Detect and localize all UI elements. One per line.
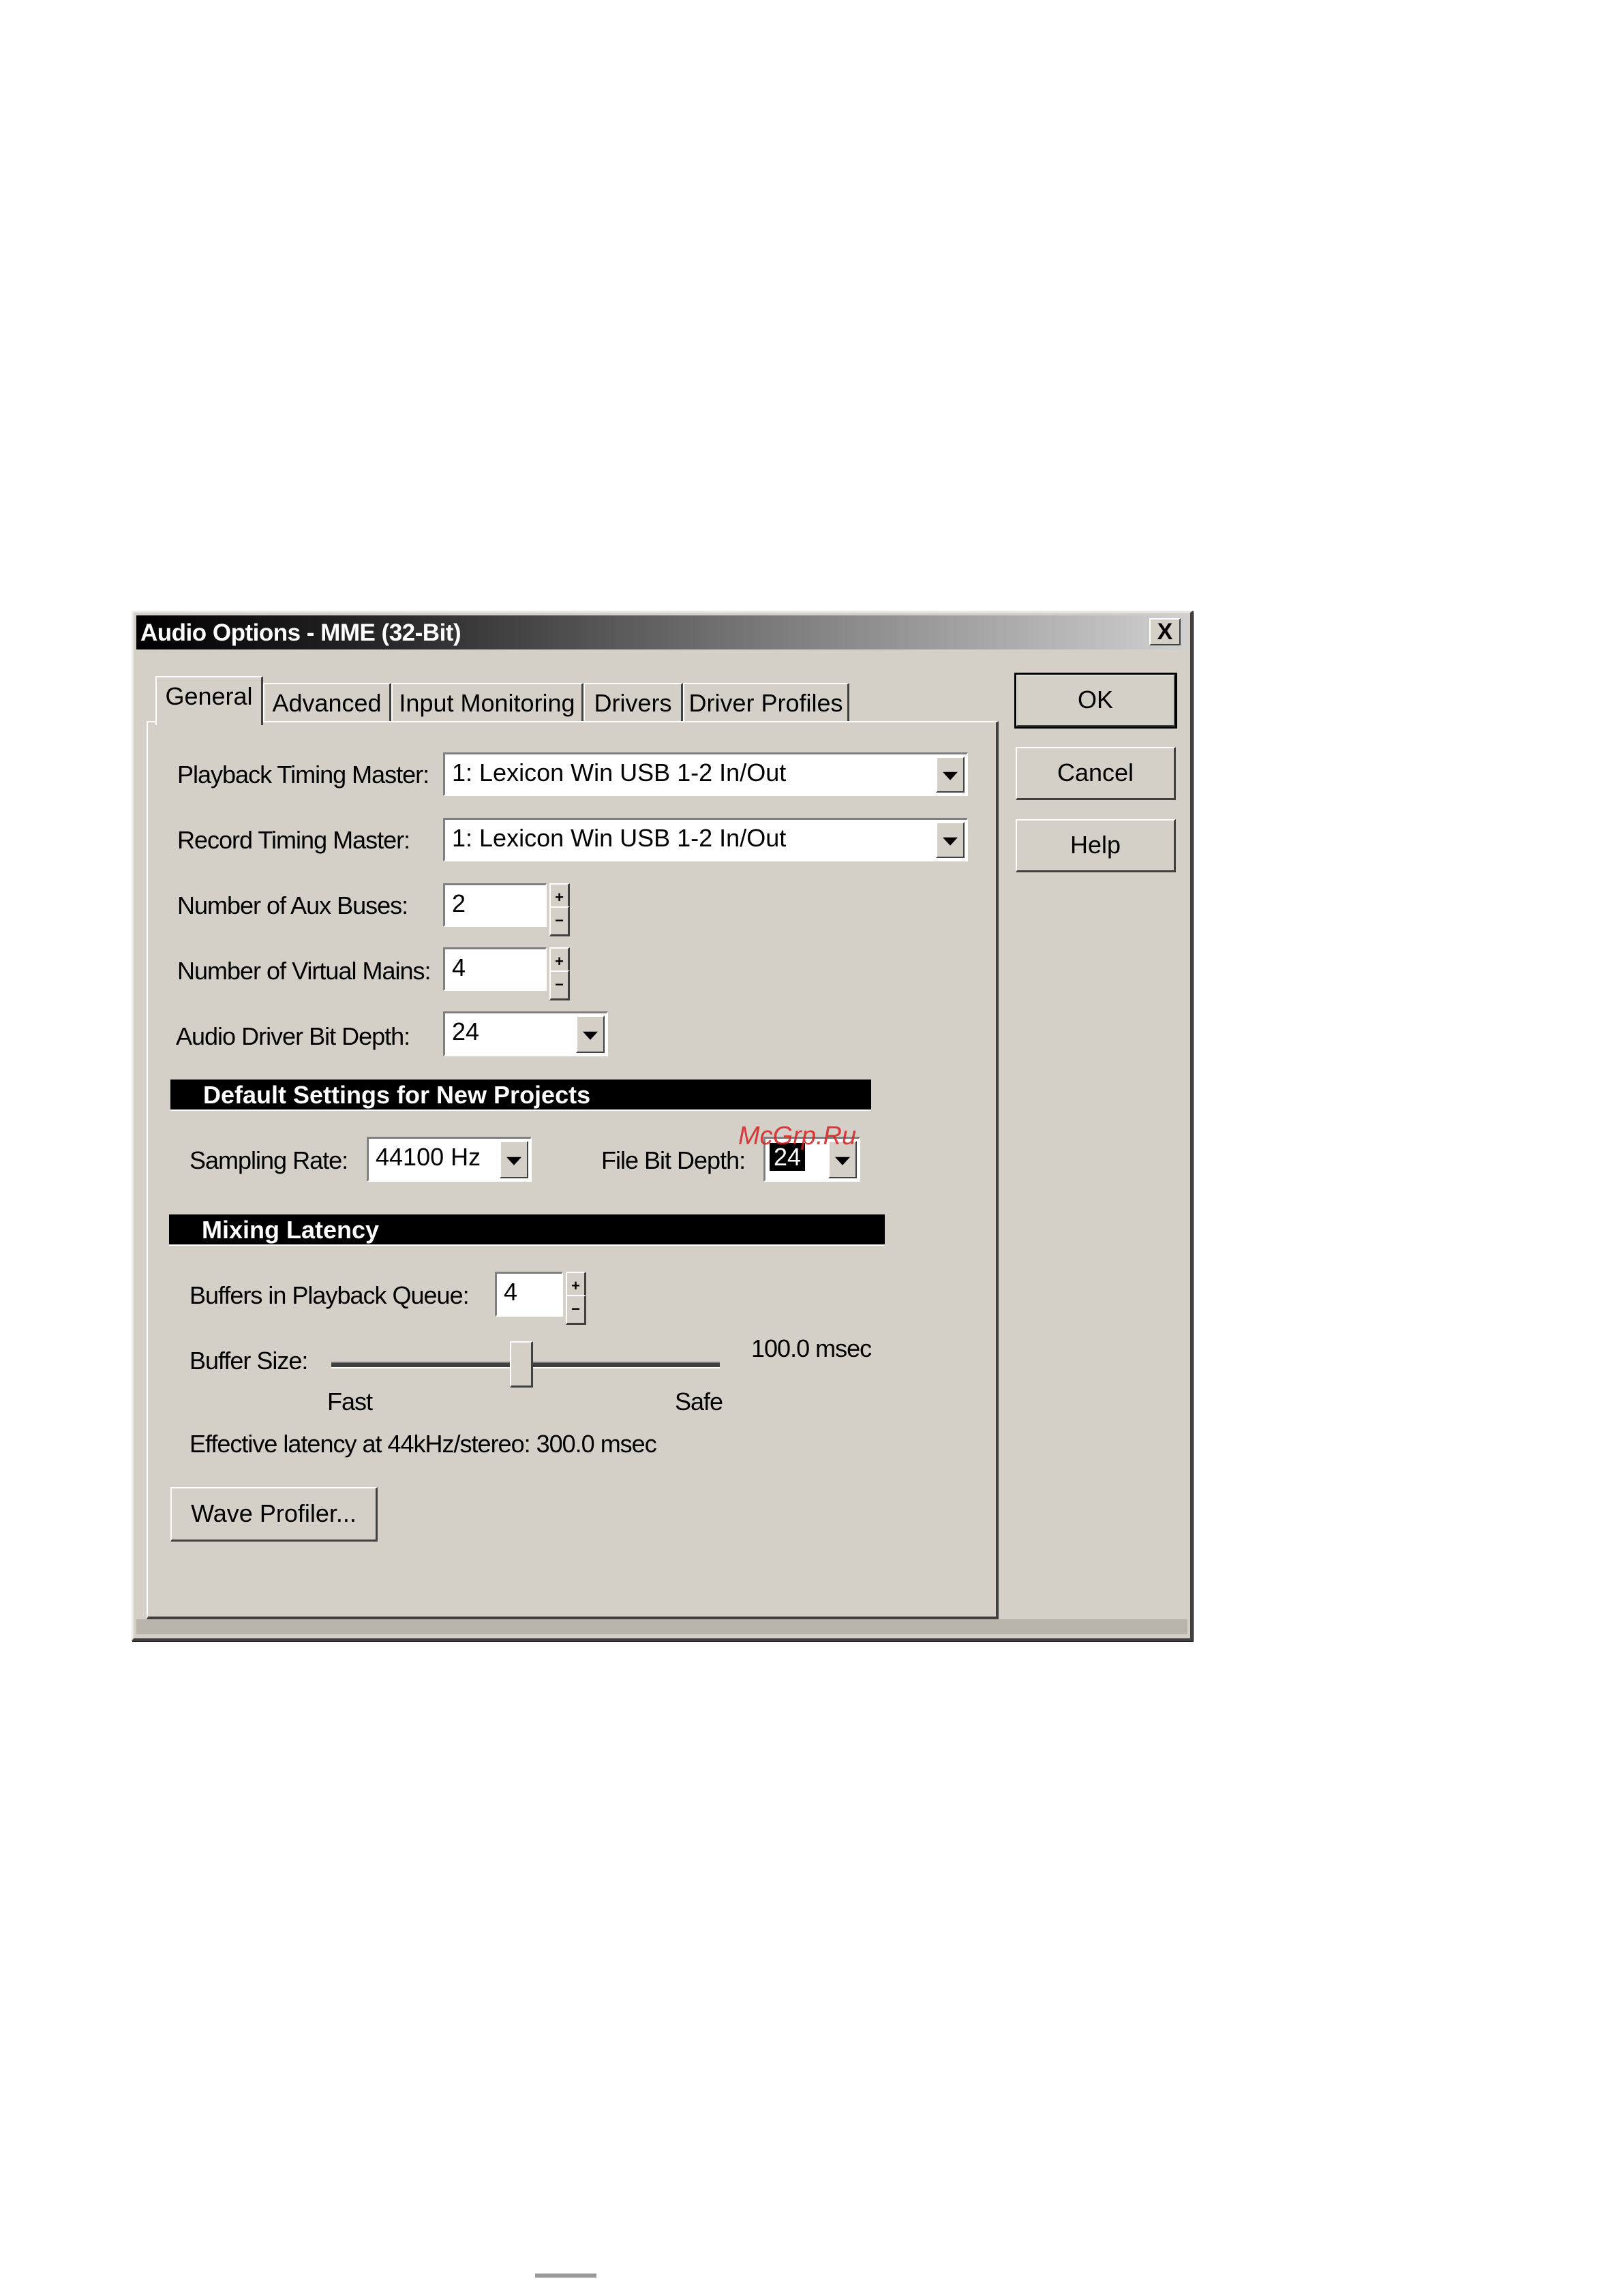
driver-bit-depth-label: Audio Driver Bit Depth:	[176, 1022, 410, 1050]
chevron-down-icon[interactable]	[936, 756, 965, 793]
virtual-mains-stepper[interactable]: + −	[549, 947, 570, 1007]
virtual-mains-label: Number of Virtual Mains:	[177, 957, 431, 985]
tab-drivers[interactable]: Drivers	[583, 683, 683, 724]
decrement-icon[interactable]: −	[549, 906, 570, 936]
chevron-down-icon[interactable]	[936, 822, 965, 858]
decrement-icon[interactable]: −	[566, 1295, 586, 1325]
driver-bit-depth-value: 24	[452, 1017, 480, 1045]
sampling-rate-label: Sampling Rate:	[189, 1146, 348, 1174]
aux-buses-label: Number of Aux Buses:	[177, 891, 408, 919]
record-timing-master-value: 1: Lexicon Win USB 1-2 In/Out	[452, 824, 787, 852]
tab-driver-profiles[interactable]: Driver Profiles	[683, 683, 849, 724]
wave-profiler-button[interactable]: Wave Profiler...	[170, 1487, 378, 1542]
chevron-down-icon[interactable]	[500, 1141, 528, 1178]
record-timing-master-label: Record Timing Master:	[177, 826, 410, 854]
help-button[interactable]: Help	[1016, 819, 1176, 872]
driver-bit-depth-select[interactable]: 24	[443, 1011, 608, 1056]
ok-button[interactable]: OK	[1014, 673, 1177, 729]
playback-timing-master-value: 1: Lexicon Win USB 1-2 In/Out	[452, 759, 787, 786]
playback-timing-master-label: Playback Timing Master:	[177, 761, 429, 789]
dialog-title: Audio Options - MME (32-Bit)	[140, 619, 461, 646]
close-button[interactable]: X	[1149, 618, 1181, 645]
sampling-rate-value: 44100 Hz	[376, 1143, 481, 1171]
tab-input-monitoring[interactable]: Input Monitoring	[391, 683, 583, 724]
buffer-size-label: Buffer Size:	[189, 1347, 308, 1375]
virtual-mains-input[interactable]: 4	[443, 947, 547, 991]
aux-buses-stepper[interactable]: + −	[549, 883, 570, 943]
file-bit-depth-label: File Bit Depth:	[601, 1146, 746, 1174]
playback-timing-master-select[interactable]: 1: Lexicon Win USB 1-2 In/Out	[443, 752, 968, 796]
title-bar[interactable]: Audio Options - MME (32-Bit) X	[136, 615, 1187, 649]
buffer-size-value: 100.0 msec	[751, 1334, 872, 1362]
slider-max-label: Safe	[675, 1388, 723, 1415]
buffer-size-slider-thumb[interactable]	[510, 1341, 534, 1388]
effective-latency-text: Effective latency at 44kHz/stereo: 300.0…	[189, 1430, 657, 1458]
tab-general[interactable]: General	[155, 676, 263, 725]
default-settings-heading: Default Settings for New Projects	[170, 1080, 871, 1111]
page-footer-mark	[535, 2274, 596, 2278]
mixing-latency-heading: Mixing Latency	[169, 1214, 885, 1246]
buffers-stepper[interactable]: + −	[566, 1272, 586, 1332]
tab-advanced[interactable]: Advanced	[263, 683, 391, 724]
watermark: McGrp.Ru	[738, 1122, 857, 1150]
chevron-down-icon[interactable]	[576, 1015, 605, 1053]
cancel-button[interactable]: Cancel	[1016, 747, 1176, 800]
buffers-label: Buffers in Playback Queue:	[189, 1281, 470, 1309]
record-timing-master-select[interactable]: 1: Lexicon Win USB 1-2 In/Out	[443, 818, 968, 861]
sampling-rate-select[interactable]: 44100 Hz	[367, 1137, 532, 1182]
bottom-strip	[136, 1619, 1187, 1634]
slider-min-label: Fast	[327, 1388, 373, 1415]
buffers-input[interactable]: 4	[495, 1272, 563, 1317]
aux-buses-input[interactable]: 2	[443, 883, 547, 927]
decrement-icon[interactable]: −	[549, 970, 570, 1000]
